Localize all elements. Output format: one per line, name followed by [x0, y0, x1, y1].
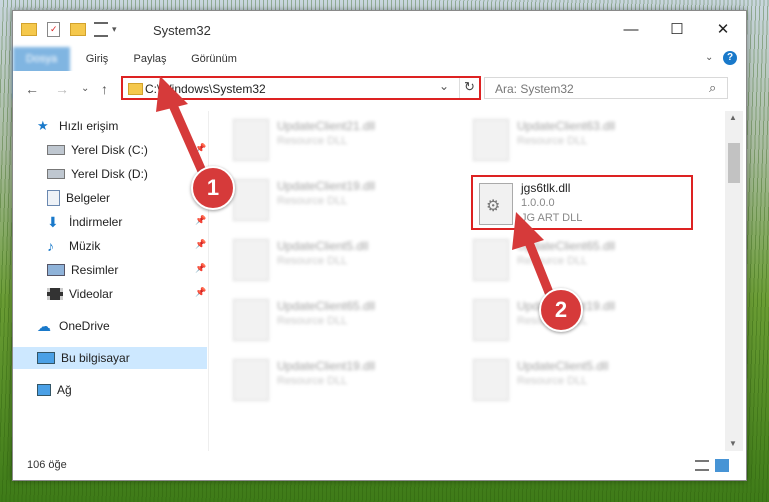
- arrow-to-address-bar: [156, 76, 210, 183]
- annotation-arrows: [156, 76, 557, 305]
- annotation-badge-1: 1: [191, 166, 235, 210]
- arrow-to-dll-file: [512, 212, 557, 305]
- annotation-badge-2: 2: [539, 288, 583, 332]
